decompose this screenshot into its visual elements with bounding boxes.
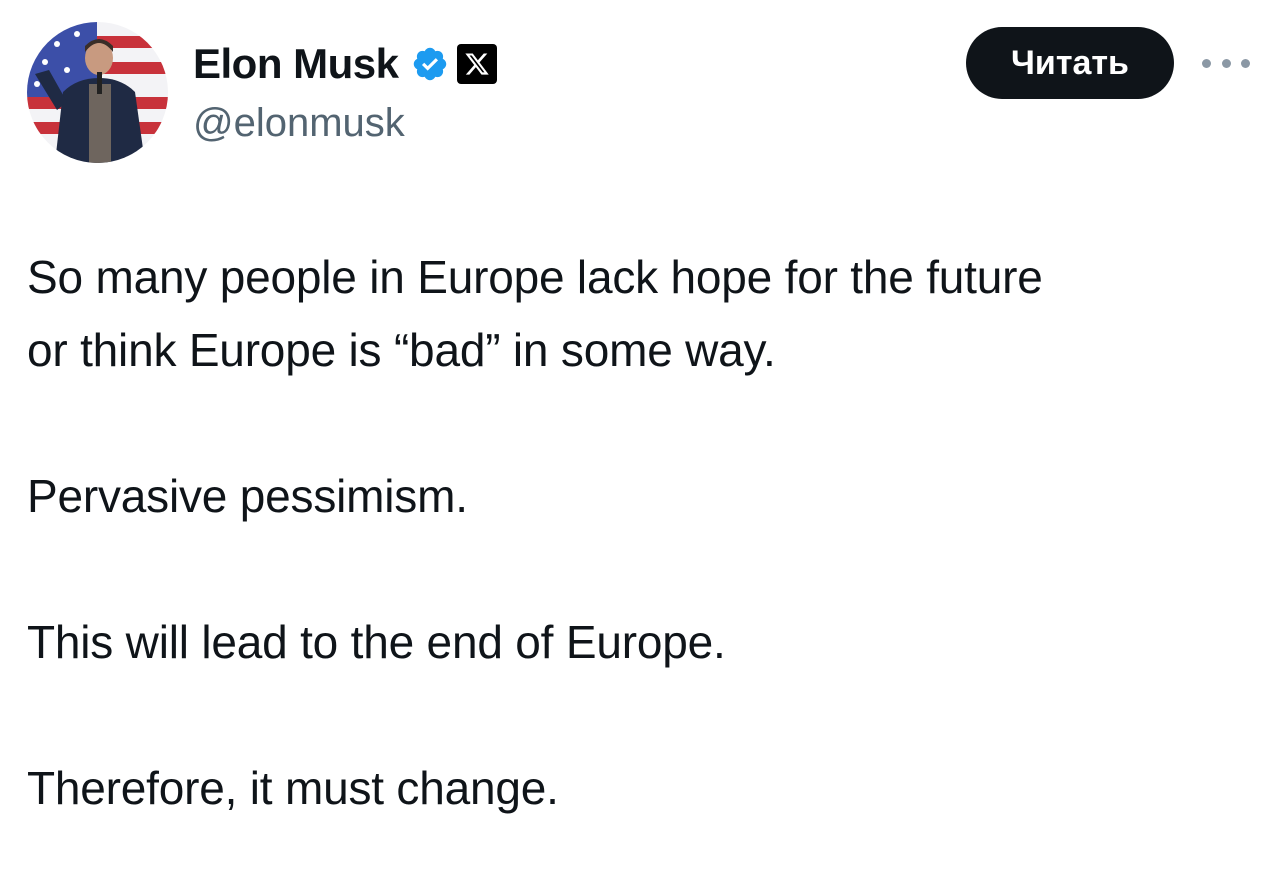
x-logo-icon[interactable] — [456, 44, 497, 84]
verified-badge-icon[interactable] — [411, 45, 449, 83]
avatar[interactable] — [27, 22, 168, 163]
author-handle[interactable]: @elonmusk — [193, 98, 405, 148]
more-dot — [1202, 58, 1211, 68]
author-name[interactable]: Elon Musk — [193, 38, 399, 90]
follow-button[interactable]: Читать — [966, 27, 1174, 99]
avatar-image — [27, 22, 168, 163]
tweet-paragraph: This will lead to the end of Europe. — [27, 616, 726, 668]
more-dots-icon[interactable] — [1202, 48, 1250, 78]
tweet-paragraph: Therefore, it must change. — [27, 762, 559, 814]
more-dot — [1221, 58, 1231, 68]
author-row: Elon Musk — [193, 38, 497, 90]
tweet-line: or think Europe is “bad” in some way. — [27, 324, 776, 376]
tweet-card: Elon Musk @elonmusk Читать So many peopl… — [0, 0, 1280, 871]
tweet-paragraph: Pervasive pessimism. — [27, 470, 468, 522]
tweet-line: So many people in Europe lack hope for t… — [27, 251, 1043, 303]
more-dot — [1241, 58, 1250, 68]
